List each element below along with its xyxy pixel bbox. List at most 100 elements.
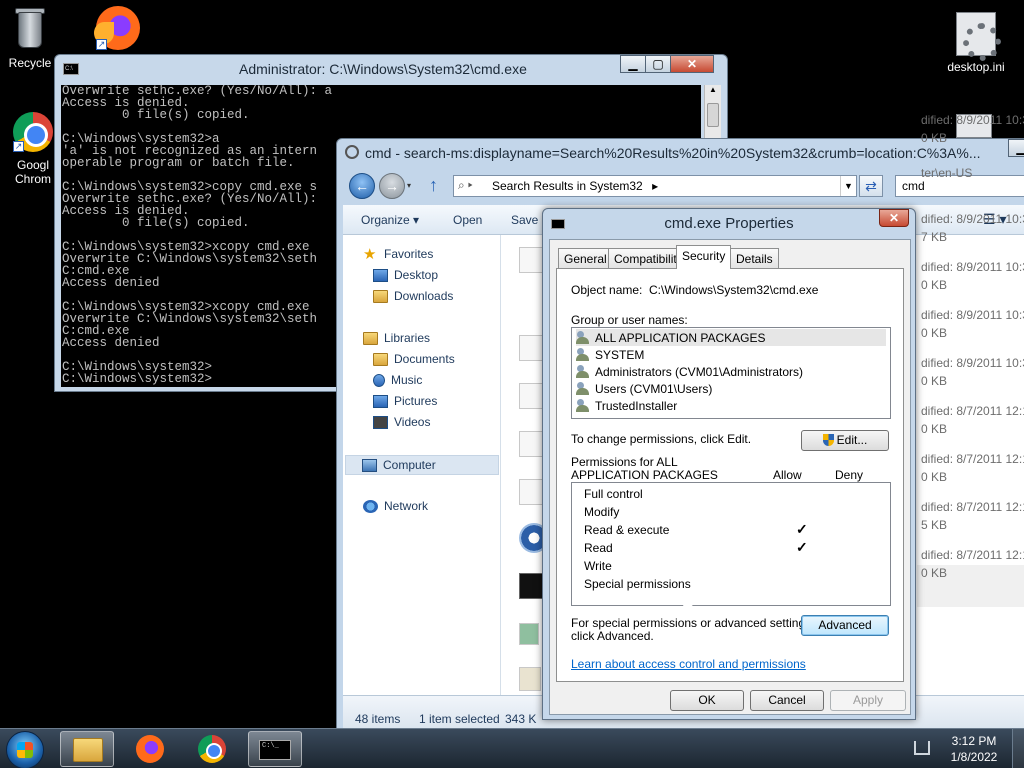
file-icon[interactable] xyxy=(519,623,539,645)
chrome-icon xyxy=(198,735,226,763)
start-button[interactable] xyxy=(6,731,44,768)
user-name: ALL APPLICATION PACKAGES xyxy=(595,330,766,345)
permissions-for-label-line2: APPLICATION PACKAGES xyxy=(571,468,718,482)
user-list-item[interactable]: ALL APPLICATION PACKAGES xyxy=(576,329,886,346)
taskbar-firefox-button[interactable] xyxy=(124,731,178,767)
user-list-item[interactable]: Users (CVM01\Users) xyxy=(576,380,712,397)
scroll-up-icon[interactable]: ▲ xyxy=(705,85,721,94)
desktop-icon-desktop-ini[interactable]: desktop.ini xyxy=(936,12,1016,74)
network-status-icon[interactable] xyxy=(914,741,930,755)
permission-name: Full control xyxy=(584,487,643,501)
nav-item-downloads[interactable]: Downloads xyxy=(373,289,453,303)
close-button[interactable]: ✕ xyxy=(670,55,714,73)
scroll-thumb[interactable] xyxy=(707,103,719,127)
settings-file-icon xyxy=(956,12,1001,61)
clock-time: 3:12 PM xyxy=(951,734,997,748)
user-list-item[interactable]: TrustedInstaller xyxy=(576,397,677,414)
address-dropdown-icon[interactable]: ▼ xyxy=(840,176,856,196)
nav-item-favorites[interactable]: ★ Favorites xyxy=(363,247,434,262)
cmd-icon: C:\_ xyxy=(259,740,291,760)
properties-dialog[interactable]: cmd.exe Properties ✕ General Compatibili… xyxy=(542,208,916,720)
organize-button[interactable]: Organize ▾ xyxy=(361,213,419,227)
nav-item-documents[interactable]: Documents xyxy=(373,352,455,366)
permissions-list[interactable]: Full control Modify Read & execute ✓ Read ✓ Wr… xyxy=(571,482,891,606)
maximize-button[interactable]: ▢ xyxy=(645,55,671,73)
nav-item-computer[interactable]: Computer xyxy=(345,455,499,475)
nav-label: Favorites xyxy=(384,247,434,261)
row-modified-text: dified: 8/9/2011 10:3 xyxy=(921,212,1024,226)
allow-check-icon: ✓ xyxy=(796,521,808,537)
item-count: 48 items xyxy=(355,712,401,726)
cmd-window-title: Administrator: C:\Windows\System32\cmd.e… xyxy=(239,61,527,77)
tab-security[interactable]: Security xyxy=(676,245,732,269)
console-line: 0 file(s) copied. xyxy=(62,108,250,122)
selection-size: 343 K xyxy=(505,712,537,726)
cmd-title-bar[interactable]: C:\ Administrator: C:\Windows\System32\c… xyxy=(55,55,727,81)
nav-item-desktop[interactable]: Desktop xyxy=(373,268,438,282)
cancel-button[interactable]: Cancel xyxy=(750,690,824,711)
forward-button[interactable]: → xyxy=(379,173,405,199)
open-button[interactable]: Open xyxy=(453,213,482,227)
allow-column-header: Allow xyxy=(773,468,802,482)
apply-button[interactable]: Apply xyxy=(830,690,906,711)
nav-label: Computer xyxy=(383,458,436,472)
row-modified-text: ter\en-US xyxy=(921,166,973,180)
nav-label: Downloads xyxy=(394,289,454,303)
row-size-text: 0 KB xyxy=(921,278,948,292)
up-button[interactable]: ↑ xyxy=(429,175,438,196)
allow-check-icon: ✓ xyxy=(796,539,808,555)
libraries-icon xyxy=(363,331,378,345)
taskbar-explorer-button[interactable] xyxy=(60,731,114,767)
row-modified-text: dified: 8/9/2011 10:3 xyxy=(921,260,1024,274)
tab-general[interactable]: General xyxy=(558,248,613,268)
desktop-icon-firefox[interactable]: ↗ xyxy=(80,6,156,50)
nav-item-music[interactable]: Music xyxy=(373,373,422,387)
tab-details[interactable]: Details xyxy=(730,248,779,268)
dialog-body: General Compatibility Security Details O… xyxy=(549,239,911,715)
user-list[interactable]: ALL APPLICATION PACKAGES SYSTEM Administ… xyxy=(571,327,891,419)
breadcrumb-chevron-icon[interactable]: ▸ xyxy=(652,179,658,193)
recycle-bin-icon xyxy=(13,6,47,50)
music-icon xyxy=(373,373,385,387)
search-icon xyxy=(345,145,359,159)
taskbar-cmd-button[interactable]: C:\_ xyxy=(248,731,302,767)
minimize-button[interactable]: ▁ xyxy=(620,55,646,73)
row-modified-text: dified: 8/7/2011 12:1 xyxy=(921,548,1024,562)
refresh-button[interactable]: ⇄ xyxy=(859,175,883,197)
computer-icon xyxy=(362,458,377,472)
system-clock[interactable]: 3:12 PM 1/8/2022 xyxy=(940,733,1008,765)
user-list-item[interactable]: Administrators (CVM01\Administrators) xyxy=(576,363,803,380)
ok-button[interactable]: OK xyxy=(670,690,744,711)
advanced-button[interactable]: Advanced xyxy=(801,615,889,636)
shortcut-arrow-icon: ↗ xyxy=(13,141,24,152)
back-button[interactable]: ← xyxy=(349,173,375,199)
user-list-item[interactable]: SYSTEM xyxy=(576,346,644,363)
nav-label: Network xyxy=(384,499,429,513)
file-icon[interactable] xyxy=(519,667,541,691)
user-name: Administrators (CVM01\Administrators) xyxy=(595,364,804,379)
row-size-text: 5 KB xyxy=(921,518,948,532)
close-button[interactable]: ✕ xyxy=(879,209,909,227)
nav-label: Music xyxy=(391,373,423,387)
nav-item-libraries[interactable]: Libraries xyxy=(363,331,430,345)
address-bar[interactable]: ⌕ ▸ Search Results in System32 ▸ ▼ xyxy=(453,175,857,197)
nav-item-pictures[interactable]: Pictures xyxy=(373,394,437,408)
row-size-text: 0 KB xyxy=(921,131,948,145)
address-text: Search Results in System32 xyxy=(492,179,643,193)
change-permissions-text: To change permissions, click Edit. xyxy=(571,432,752,446)
edit-button[interactable]: Edit... xyxy=(801,430,889,451)
folder-icon xyxy=(73,738,103,762)
clock-date: 1/8/2022 xyxy=(950,750,998,764)
nav-item-network[interactable]: Network xyxy=(363,499,428,513)
taskbar-chrome-button[interactable] xyxy=(186,731,240,767)
network-icon xyxy=(363,499,378,513)
nav-item-videos[interactable]: Videos xyxy=(373,415,430,429)
recent-pages-chevron-icon[interactable]: ▾ xyxy=(407,181,411,190)
taskbar: C:\_ 3:12 PM 1/8/2022 xyxy=(0,728,1024,768)
row-size-text: 0 KB xyxy=(921,326,948,340)
videos-icon xyxy=(373,415,388,429)
show-desktop-button[interactable] xyxy=(1012,729,1024,768)
cmd-icon: C:\ xyxy=(63,63,79,75)
minimize-button[interactable]: ▁ xyxy=(1008,139,1024,157)
learn-more-link[interactable]: Learn about access control and permissio… xyxy=(571,657,806,671)
